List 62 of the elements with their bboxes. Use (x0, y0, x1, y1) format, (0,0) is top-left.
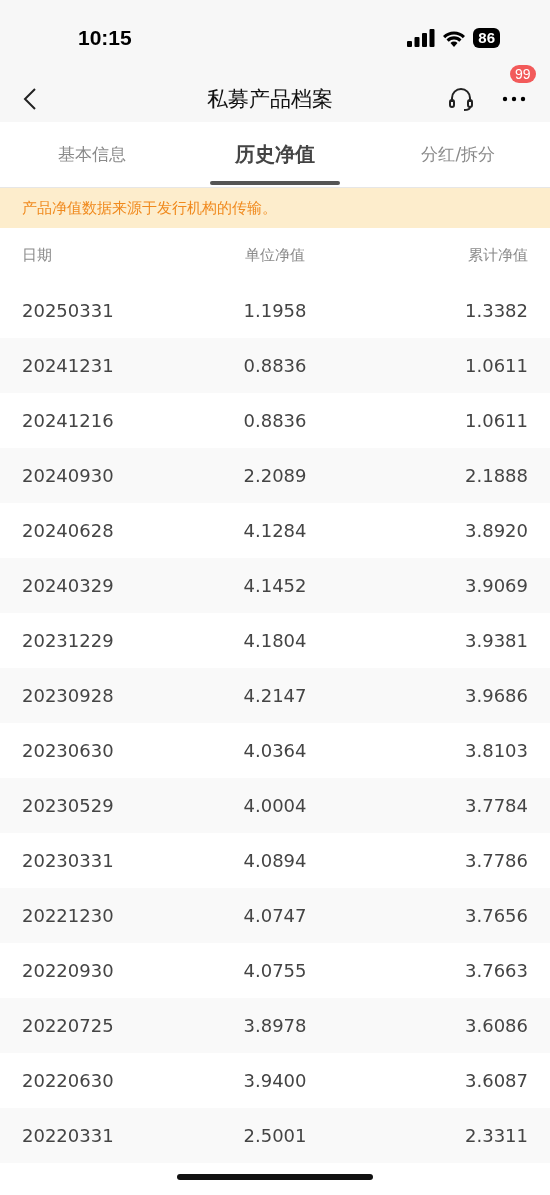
table-cell-text: 4.1804 (242, 630, 308, 651)
table-cell-text: 3.6087 (464, 1070, 528, 1091)
table-cell-text: 20220930 (22, 960, 115, 981)
table-cell-text: 3.7656 (464, 905, 528, 926)
table-cell-text: 3.7784 (464, 795, 528, 816)
table-cell-text: 20220725 (22, 1015, 115, 1036)
table-cell-text: 2.3311 (464, 1125, 528, 1146)
column-header: 日期 (22, 246, 53, 265)
table-cell-text: 3.8103 (464, 740, 528, 761)
notice-banner: 产品净值数据来源于发行机构的传输。 (0, 188, 550, 228)
table-cell-text: 20220630 (22, 1070, 115, 1091)
table-cell-text: 20241231 (22, 355, 115, 376)
table-cell-text: 4.1284 (242, 520, 308, 541)
table-cell-text: 4.2147 (242, 685, 308, 706)
table-cell-text: 1.1958 (242, 300, 308, 321)
table-cell-text: 3.8978 (242, 1015, 308, 1036)
table-cell-text: 20220331 (22, 1125, 115, 1146)
table-cell-text: 2.1888 (464, 465, 528, 486)
table-cell-text: 20240628 (22, 520, 115, 541)
table-cell-text: 0.8836 (242, 355, 308, 376)
table-cell-text: 20230928 (22, 685, 115, 706)
table-cell-text: 3.9069 (464, 575, 528, 596)
table-cell-text: 1.0611 (464, 410, 528, 431)
table-cell-text: 3.7663 (464, 960, 528, 981)
table-cell-text: 20241216 (22, 410, 115, 431)
table-cell-text: 4.0004 (242, 795, 308, 816)
battery-level: 86 (473, 27, 500, 48)
table-cell-text: 0.8836 (242, 410, 308, 431)
table-cell-text: 4.0747 (242, 905, 308, 926)
table-cell-text: 4.1452 (242, 575, 308, 596)
status-time: 10:15 (78, 25, 132, 50)
table-cell-text: 4.0364 (242, 740, 308, 761)
column-header: 单位净值 (244, 246, 306, 265)
more-icon[interactable] (502, 95, 526, 102)
table-cell-text: 2.5001 (242, 1125, 308, 1146)
tab[interactable]: 分红/拆分 (366, 122, 550, 187)
signal-icon (407, 28, 436, 47)
table-cell-text: 20230331 (22, 850, 115, 871)
table-cell-text: 20240930 (22, 465, 115, 486)
table-cell-text: 1.0611 (464, 355, 528, 376)
headset-icon[interactable] (448, 85, 474, 112)
table-cell-text: 3.9400 (242, 1070, 308, 1091)
column-header: 累计净值 (467, 246, 528, 265)
tab[interactable]: 基本信息 (0, 122, 184, 187)
table-cell-text: 20230630 (22, 740, 115, 761)
tab[interactable]: 历史净值 (183, 122, 367, 187)
table-cell-text: 20221230 (22, 905, 115, 926)
table-cell-text: 4.0894 (242, 850, 308, 871)
table-cell-text: 1.3382 (464, 300, 528, 321)
wifi-icon (442, 28, 467, 47)
table-cell-text: 20250331 (22, 300, 115, 321)
table-cell-text: 3.9381 (464, 630, 528, 651)
table-cell-text: 20231229 (22, 630, 115, 651)
table-cell-text: 20240329 (22, 575, 115, 596)
table-cell-text: 3.6086 (464, 1015, 528, 1036)
page-title: 私募产品档案 (206, 85, 334, 113)
table-cell-text: 3.7786 (464, 850, 528, 871)
table-cell-text: 3.8920 (464, 520, 528, 541)
table-cell-text: 20230529 (22, 795, 115, 816)
table-cell-text: 2.2089 (242, 465, 308, 486)
table-cell-text: 4.0755 (242, 960, 308, 981)
table-cell-text: 3.9686 (464, 685, 528, 706)
